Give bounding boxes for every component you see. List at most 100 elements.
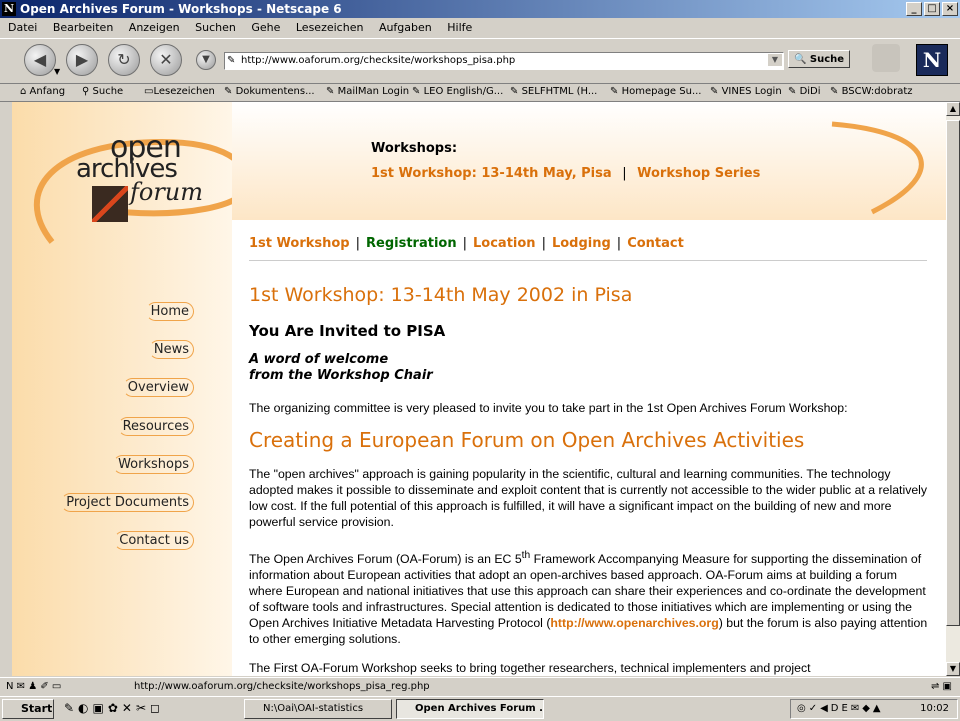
subnav-lodging[interactable]: Lodging <box>552 236 611 251</box>
system-tray: ◎✓◀DE✉◆▲ 10:02 <box>790 699 958 719</box>
workshops-header-links: 1st Workshop: 13-14th May, Pisa | Worksh… <box>371 166 760 181</box>
reload-icon: ↻ <box>117 50 131 69</box>
url-history-dropdown[interactable]: ▼ <box>768 54 782 66</box>
subnav-1st-workshop[interactable]: 1st Workshop <box>249 236 350 251</box>
menu-bar: Datei Bearbeiten Anzeigen Suchen Gehe Le… <box>0 18 960 38</box>
subnav-separator: | <box>541 236 546 251</box>
bookmark-homepage[interactable]: ✎ Homepage Su... <box>610 83 702 101</box>
sidebar-grippy[interactable] <box>0 102 12 676</box>
menu-lesezeichen[interactable]: Lesezeichen <box>296 21 364 34</box>
bookmark-label: Dokumentens... <box>235 86 315 97</box>
url-dropdown-button[interactable]: ▼ <box>196 50 216 70</box>
bookmark-label: Lesezeichen <box>153 86 215 97</box>
page-title: 1st Workshop: 13-14th May 2002 in Pisa <box>249 284 633 306</box>
menu-gehe[interactable]: Gehe <box>251 21 280 34</box>
sidenav-home[interactable]: Home <box>145 302 194 321</box>
subnav-separator: | <box>462 236 467 251</box>
link-icon: ✎ <box>510 86 519 97</box>
bookmark-vines[interactable]: ✎ VINES Login <box>710 83 782 101</box>
netscape-logo[interactable]: N <box>916 44 948 76</box>
link-openarchives[interactable]: http://www.openarchives.org <box>550 616 718 630</box>
logo-emblem <box>92 186 128 222</box>
forward-arrow-icon: ▶ <box>75 50 89 69</box>
menu-datei[interactable]: Datei <box>8 21 37 34</box>
link-workshop-series[interactable]: Workshop Series <box>637 166 760 181</box>
sidenav-news[interactable]: News <box>148 340 194 359</box>
status-text: http://www.oaforum.org/checksite/worksho… <box>134 681 430 692</box>
sidenav-overview[interactable]: Overview <box>122 378 194 397</box>
bookmark-label: Homepage Su... <box>621 86 702 97</box>
back-dropdown-icon[interactable]: ▼ <box>54 67 60 76</box>
quick-launch-icons[interactable]: ✎◐▣✿✕✂◻ <box>64 701 164 715</box>
bookmark-suche[interactable]: ⚲ Suche <box>82 83 123 101</box>
menu-hilfe[interactable]: Hilfe <box>447 21 472 34</box>
tray-icons[interactable]: ◎✓◀DE✉◆▲ <box>797 700 884 718</box>
link-icon: ✎ <box>412 86 421 97</box>
chevron-down-icon: ▼ <box>202 54 210 65</box>
bookmark-lesezeichen[interactable]: ▭Lesezeichen <box>144 83 215 101</box>
subnav-location[interactable]: Location <box>473 236 536 251</box>
scroll-down-button[interactable]: ▼ <box>946 662 960 676</box>
reload-button[interactable]: ↻ <box>108 44 140 76</box>
link-first-workshop-pisa[interactable]: 1st Workshop: 13-14th May, Pisa <box>371 166 612 181</box>
subnav-divider <box>249 260 927 261</box>
logo-text-forum: forum <box>130 178 204 206</box>
start-button[interactable]: Start <box>2 699 54 719</box>
forward-button[interactable]: ▶ <box>66 44 98 76</box>
menu-bearbeiten[interactable]: Bearbeiten <box>53 21 113 34</box>
search-button[interactable]: 🔍 Suche <box>788 50 850 68</box>
taskbar: Start ✎◐▣✿✕✂◻ N:\Oai\OAI-statistics Open… <box>0 696 960 721</box>
task-open-archives-forum[interactable]: Open Archives Forum ... <box>396 699 544 719</box>
scroll-up-button[interactable]: ▲ <box>946 102 960 116</box>
bookmark-selfhtml[interactable]: ✎ SELFHTML (H... <box>510 83 597 101</box>
sidenav-contact-us[interactable]: Contact us <box>114 531 194 550</box>
print-icon[interactable] <box>872 44 900 72</box>
paragraph-oa-forum: The Open Archives Forum (OA-Forum) is an… <box>249 548 929 647</box>
menu-aufgaben[interactable]: Aufgaben <box>379 21 432 34</box>
sidenav-project-documents[interactable]: Project Documents <box>61 493 194 512</box>
sidenav-label: Workshops <box>113 455 194 474</box>
scroll-thumb[interactable] <box>946 120 960 626</box>
p2-superscript: th <box>521 550 531 561</box>
stop-button[interactable]: ✕ <box>150 44 182 76</box>
paragraph-open-archives: The "open archives" approach is gaining … <box>249 467 928 529</box>
header-swoosh <box>831 121 924 215</box>
site-header-band <box>232 102 946 220</box>
subnav-separator: | <box>616 236 622 251</box>
menu-anzeigen[interactable]: Anzeigen <box>129 21 180 34</box>
page-icon: ✎ <box>227 55 236 66</box>
netscape-status-icon[interactable]: N ✉ ♟ ✐ ▭ <box>6 678 61 696</box>
bookmark-didi[interactable]: ✎ DiDi <box>788 83 821 101</box>
bookmark-dokumentens[interactable]: ✎ Dokumentens... <box>224 83 315 101</box>
section-heading: Creating a European Forum on Open Archiv… <box>249 428 805 452</box>
subnav-contact[interactable]: Contact <box>627 236 684 251</box>
welcome-line-2: from the Workshop Chair <box>249 368 433 383</box>
close-button[interactable]: × <box>942 2 958 16</box>
menu-suchen[interactable]: Suchen <box>195 21 236 34</box>
bookmark-label: VINES Login <box>721 86 782 97</box>
invite-heading: You Are Invited to PISA <box>249 322 446 340</box>
vertical-scrollbar[interactable]: ▲ ▼ <box>946 102 960 676</box>
bookmark-anfang[interactable]: ⌂ Anfang <box>20 83 65 101</box>
sidenav-resources[interactable]: Resources <box>117 417 194 436</box>
bookmark-leo[interactable]: ✎ LEO English/G... <box>412 83 503 101</box>
sidenav-workshops[interactable]: Workshops <box>113 455 194 474</box>
url-input[interactable]: ✎ http://www.oaforum.org/checksite/works… <box>224 52 784 70</box>
link-icon: ✎ <box>326 86 335 97</box>
bookmark-mailman[interactable]: ✎ MailMan Login <box>326 83 409 101</box>
link-icon: ✎ <box>710 86 719 97</box>
subnav-registration[interactable]: Registration <box>366 236 457 251</box>
back-arrow-icon: ◀ <box>33 50 47 69</box>
site-left-column: open archives forum Home News Overview R… <box>12 102 251 676</box>
maximize-button[interactable]: □ <box>924 2 940 16</box>
back-button[interactable]: ◀ <box>24 44 56 76</box>
window-controls: _ □ × <box>904 2 958 16</box>
status-bar: N ✉ ♟ ✐ ▭ http://www.oaforum.org/checksi… <box>0 677 960 696</box>
bookmark-bscw[interactable]: ✎ BSCW:dobratz <box>830 83 913 101</box>
bookmarks-bar: ⌂ Anfang ⚲ Suche ▭Lesezeichen ✎ Dokument… <box>0 83 960 102</box>
task-oai-statistics[interactable]: N:\Oai\OAI-statistics <box>244 699 392 719</box>
minimize-button[interactable]: _ <box>906 2 922 16</box>
search-icon: ⚲ <box>82 86 90 97</box>
stop-icon: ✕ <box>159 50 173 69</box>
bookmark-label: Anfang <box>29 86 66 97</box>
